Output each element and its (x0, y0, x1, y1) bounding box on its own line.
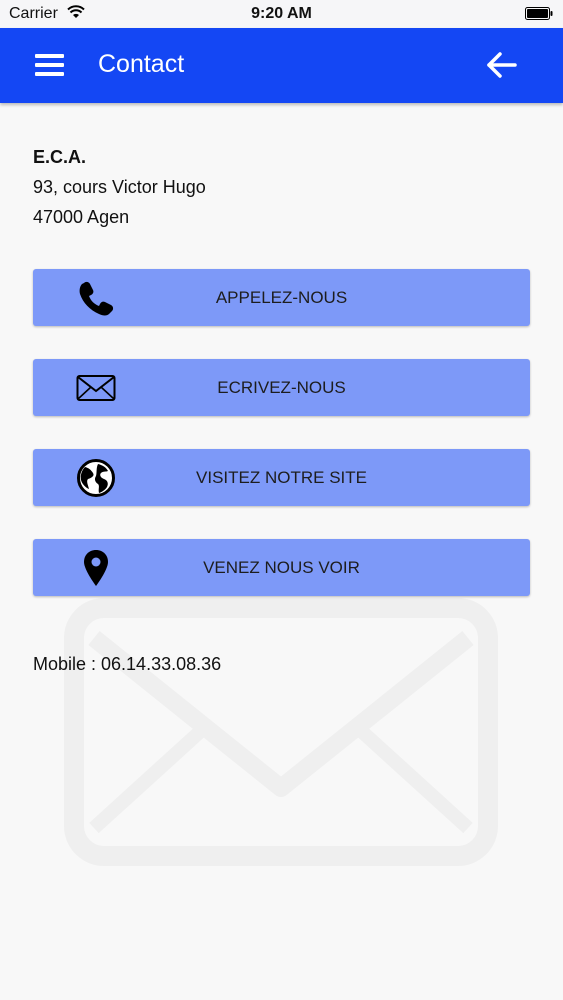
app-bar: Contact (0, 28, 563, 103)
page-title: Contact (98, 50, 185, 78)
mobile-number: Mobile : 06.14.33.08.36 (33, 654, 222, 674)
call-us-button[interactable]: APPELEZ-NOUS (33, 269, 530, 326)
visit-website-label: VISITEZ NOTRE SITE (196, 468, 367, 487)
phone-icon (76, 279, 116, 317)
envelope-icon (76, 369, 116, 407)
map-pin-icon (76, 549, 116, 587)
company-info: E.C.A. 93, cours Victor Hugo 47000 Agen (33, 142, 206, 232)
write-us-button[interactable]: ECRIVEZ-NOUS (33, 359, 530, 416)
status-bar: Carrier 9:20 AM (0, 0, 563, 28)
call-us-label: APPELEZ-NOUS (215, 288, 348, 307)
battery-icon (525, 7, 553, 20)
company-name: E.C.A. (33, 147, 87, 167)
come-see-us-label: VENEZ NOUS VOIR (203, 558, 360, 577)
visit-website-button[interactable]: VISITEZ NOTRE SITE (33, 449, 530, 506)
globe-icon (76, 459, 116, 497)
address-line2: 47000 Agen (33, 207, 130, 227)
write-us-label: ECRIVEZ-NOUS (217, 378, 346, 397)
come-see-us-button[interactable]: VENEZ NOUS VOIR (33, 539, 530, 596)
status-time: 9:20 AM (251, 5, 312, 22)
hamburger-menu-icon[interactable] (35, 54, 64, 76)
envelope-watermark-icon (64, 598, 498, 866)
back-arrow-icon[interactable] (486, 50, 518, 80)
address-line1: 93, cours Victor Hugo (33, 177, 206, 197)
